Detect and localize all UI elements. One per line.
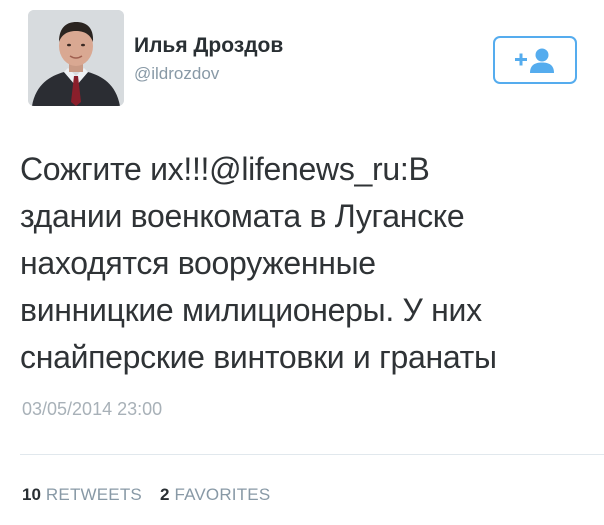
retweets-stat[interactable]: 10 RETWEETS <box>22 485 142 505</box>
display-name[interactable]: Илья Дроздов <box>134 34 283 58</box>
avatar-image <box>28 10 124 106</box>
retweets-count: 10 <box>22 485 41 504</box>
tweet-timestamp[interactable]: 03/05/2014 23:00 <box>22 399 162 420</box>
favorites-stat[interactable]: 2 FAVORITES <box>160 485 270 505</box>
retweets-label: RETWEETS <box>45 485 142 504</box>
follow-user-icon <box>515 48 554 73</box>
tweet-stats: 10 RETWEETS 2 FAVORITES <box>22 485 270 505</box>
follow-button[interactable] <box>493 36 577 84</box>
avatar[interactable] <box>28 10 124 106</box>
favorites-label: FAVORITES <box>174 485 271 504</box>
divider <box>20 454 604 455</box>
tweet-text: Сожгите их!!!@lifenews_ru:В здании военк… <box>20 151 497 375</box>
tweet-card: Илья Дроздов @ildrozdov Сожгите их!!!@li… <box>0 0 604 525</box>
username[interactable]: @ildrozdov <box>134 64 219 84</box>
favorites-count: 2 <box>159 485 170 504</box>
